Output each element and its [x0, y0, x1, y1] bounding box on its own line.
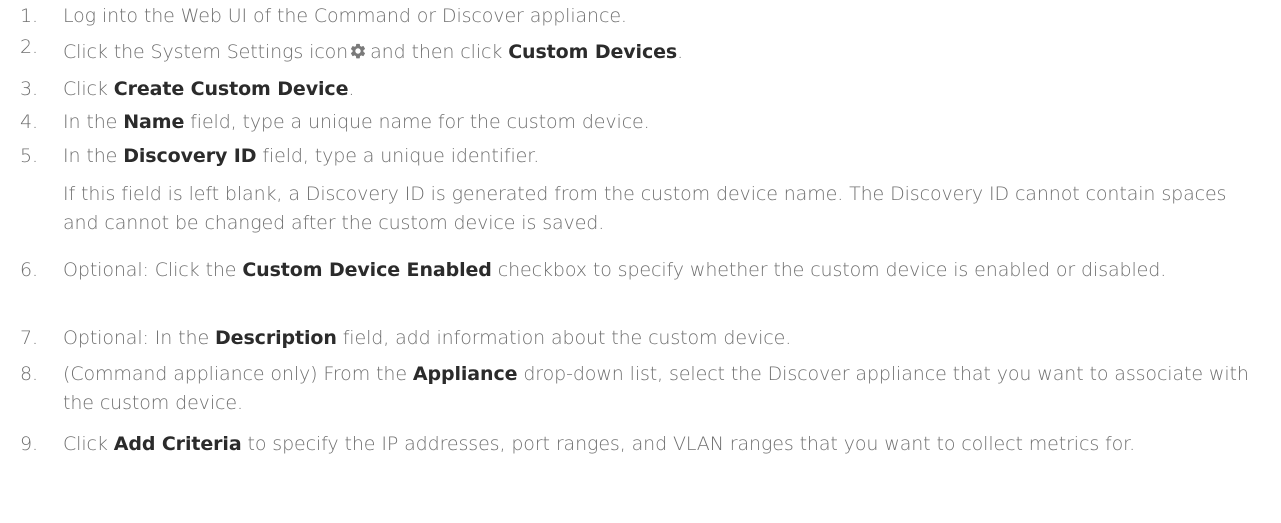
step-number: 3. — [20, 78, 38, 100]
gear-icon — [351, 43, 366, 59]
step-5-note: If this field is left blank, a Discovery… — [63, 183, 1227, 234]
step-number: 7. — [20, 327, 38, 349]
step-number: 8. — [20, 363, 38, 385]
step-text: Optional: Click the Custom Device Enable… — [63, 259, 1167, 281]
step-text: Click Create Custom Device. — [63, 78, 355, 100]
step-text: Click the System Settings icon and then c… — [63, 41, 684, 63]
step-number: 2. — [20, 36, 38, 58]
instruction-list: 1. Log into the Web UI of the Command or… — [0, 0, 1281, 523]
step-text: Optional: In the Description field, add … — [63, 327, 792, 349]
step-text: Click Add Criteria to specify the IP add… — [63, 433, 1136, 455]
step-number: 4. — [20, 111, 38, 133]
step-text: Log into the Web UI of the Command or Di… — [63, 5, 627, 27]
step-text: In the Name field, type a unique name fo… — [63, 111, 650, 133]
step-text: In the Discovery ID field, type a unique… — [63, 145, 540, 167]
step-number: 6. — [20, 259, 38, 281]
step-number: 9. — [20, 433, 38, 455]
step-number: 1. — [20, 5, 38, 27]
step-text: (Command appliance only) From the Applia… — [63, 363, 1249, 414]
step-number: 5. — [20, 145, 38, 167]
